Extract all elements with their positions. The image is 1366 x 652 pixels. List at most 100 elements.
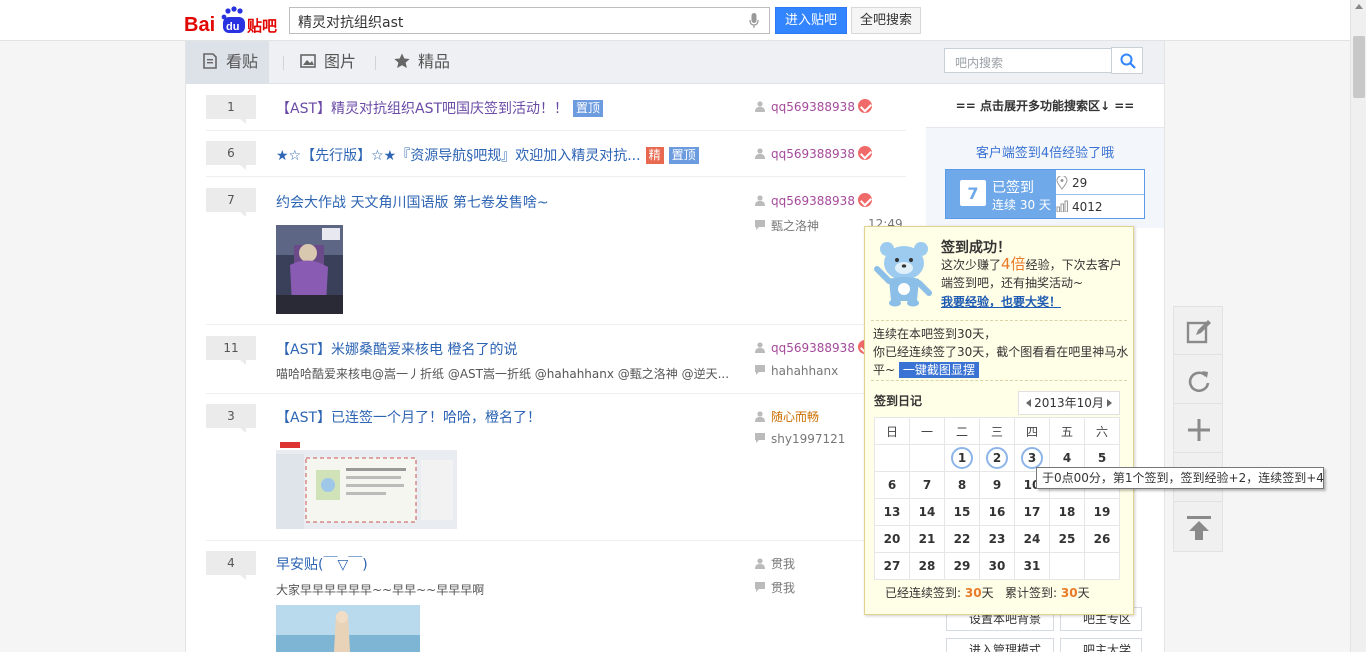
calendar-day[interactable]: 27: [874, 552, 910, 580]
calendar-day[interactable]: 26: [1084, 525, 1120, 553]
thread-title[interactable]: 【AST】米娜桑酷爱来核电 橙名了的说: [276, 339, 517, 359]
calendar-day[interactable]: 13: [874, 498, 910, 526]
day-number: 25: [1058, 532, 1076, 546]
forum-search-input[interactable]: 吧内搜索: [944, 48, 1112, 73]
scroll-thumb[interactable]: [1353, 36, 1365, 98]
bear-mascot-icon: [873, 239, 935, 309]
scroll-up-icon[interactable]: [1355, 4, 1363, 9]
calendar-day[interactable]: 15: [944, 498, 980, 526]
search-input[interactable]: 精灵对抗组织ast: [289, 7, 770, 34]
tab-bar: 看贴 图片 精品 吧内搜索: [186, 41, 1164, 84]
thread-author[interactable]: 贯我: [755, 555, 795, 572]
baidu-tieba-logo[interactable]: Bai du 贴吧: [184, 5, 280, 37]
calendar-day[interactable]: 19: [1084, 498, 1120, 526]
total-value: 30: [1060, 586, 1078, 600]
tab-featured[interactable]: 精品: [378, 41, 458, 84]
back-to-top-button[interactable]: [1174, 503, 1222, 551]
last-reply-user[interactable]: hahahhanx: [755, 364, 838, 378]
weekday-header: 日: [874, 417, 910, 445]
thread-image[interactable]: [276, 440, 457, 529]
forum-search-button[interactable]: [1111, 47, 1143, 74]
owner-university-button[interactable]: 吧主大学: [1060, 638, 1142, 652]
calendar-day[interactable]: 7: [909, 471, 945, 499]
signed-in-status[interactable]: 7 已签到 连续 30 天 29 4012: [945, 169, 1145, 219]
last-reply-user[interactable]: 甄之洛神: [755, 217, 819, 234]
calendar-day[interactable]: 25: [1049, 525, 1085, 553]
calendar-day[interactable]: 2: [979, 444, 1015, 472]
thread-author[interactable]: qq569388938: [755, 193, 872, 208]
calendar-day[interactable]: 14: [909, 498, 945, 526]
calendar-day[interactable]: 8: [944, 471, 980, 499]
divider: [871, 320, 1127, 321]
calendar-day[interactable]: 1: [944, 444, 980, 472]
new-post-button[interactable]: [1174, 307, 1222, 355]
comment-icon: [755, 433, 765, 444]
screenshot-share-button[interactable]: 一键截图显摆: [898, 362, 979, 378]
search-all-button[interactable]: 全吧搜索: [851, 7, 921, 34]
next-month-icon[interactable]: [1107, 399, 1112, 407]
tab-posts[interactable]: 看贴: [186, 41, 269, 84]
add-button[interactable]: [1174, 405, 1222, 453]
calendar-day[interactable]: 22: [944, 525, 980, 553]
thread-title[interactable]: 【AST】精灵对抗组织AST吧国庆签到活动！！ 置顶: [276, 98, 604, 118]
user-icon: [755, 558, 765, 569]
tab-images[interactable]: 图片: [284, 41, 364, 84]
thread-author[interactable]: 随心而畅: [755, 408, 819, 425]
prev-month-icon[interactable]: [1026, 399, 1031, 407]
calendar-day[interactable]: 9: [979, 471, 1015, 499]
thread-title[interactable]: 【AST】已连签一个月了！哈哈，橙名了！: [276, 407, 541, 427]
calendar-day[interactable]: 21: [909, 525, 945, 553]
client-promo-link[interactable]: 客户端签到4倍经验了哦: [926, 142, 1164, 161]
thread-author[interactable]: qq569388938: [755, 340, 872, 355]
reply-count: 6: [206, 141, 256, 170]
streak-message: 连续在本吧签到30天， 你已经连续签了30天，截个图看看在吧里神马水平~ 一键截图…: [873, 325, 1133, 379]
divider: [1056, 194, 1144, 195]
search-icon: [1120, 53, 1136, 69]
calendar-day[interactable]: 16: [979, 498, 1015, 526]
day-number: 2: [986, 447, 1008, 469]
calendar-day[interactable]: 23: [979, 525, 1015, 553]
get-exp-link[interactable]: 我要经验，也要大奖！: [941, 293, 1061, 310]
multi-search-toggle[interactable]: == 点击展开多功能搜索区↓ ==: [926, 84, 1164, 128]
calendar-week: 13 14 15 16 17 18 19: [874, 498, 1120, 526]
thread-author[interactable]: qq569388938: [755, 146, 872, 161]
calendar-day[interactable]: 18: [1049, 498, 1085, 526]
calendar-day[interactable]: 6: [874, 471, 910, 499]
thread-image[interactable]: [276, 605, 420, 652]
enter-tieba-button[interactable]: 进入贴吧: [775, 7, 847, 34]
day-unit: 天: [1077, 586, 1090, 600]
scrollbar[interactable]: [1350, 0, 1366, 652]
day-number: 23: [988, 532, 1006, 546]
calendar-day[interactable]: 28: [909, 552, 945, 580]
pinned-tag: 置顶: [573, 100, 604, 117]
thread-title[interactable]: 约会大作战 天文角川国语版 第七卷发售啥~: [276, 192, 549, 212]
thread-author[interactable]: qq569388938: [755, 99, 872, 114]
author-name: qq569388938: [771, 194, 855, 208]
day-number: 26: [1093, 532, 1111, 546]
tab-posts-label: 看贴: [226, 52, 259, 71]
thread-image[interactable]: [276, 225, 343, 314]
verified-badge-icon: [857, 146, 872, 160]
author-name: qq569388938: [771, 147, 855, 161]
calendar-week: 27 28 29 30 31: [874, 552, 1120, 580]
refresh-button[interactable]: [1174, 356, 1222, 404]
tab-divider: [375, 56, 376, 70]
calendar-day[interactable]: 17: [1014, 498, 1050, 526]
calendar-day[interactable]: 20: [874, 525, 910, 553]
thread-divider: [206, 176, 906, 177]
popup-title: 签到成功！: [941, 240, 1011, 256]
microphone-icon[interactable]: [749, 13, 759, 29]
last-reply-user[interactable]: 贯我: [755, 579, 795, 596]
calendar-day[interactable]: 31: [1014, 552, 1050, 580]
last-reply-user[interactable]: shy1997121: [755, 432, 845, 446]
calendar-day[interactable]: 30: [979, 552, 1015, 580]
day-number: 31: [1023, 559, 1041, 573]
divider: [871, 380, 1127, 381]
calendar-day[interactable]: 29: [944, 552, 980, 580]
thread-title[interactable]: ★☆【先行版】☆★『资源导航§吧规』欢迎加入精灵对抗... 精置顶: [276, 145, 699, 165]
thread-title[interactable]: 早安贴(￣▽￣): [276, 554, 368, 574]
manage-mode-button[interactable]: 进入管理模式: [946, 638, 1054, 652]
calendar-day[interactable]: 24: [1014, 525, 1050, 553]
refresh-icon: [1188, 371, 1210, 393]
reply-count: 7: [206, 188, 256, 217]
